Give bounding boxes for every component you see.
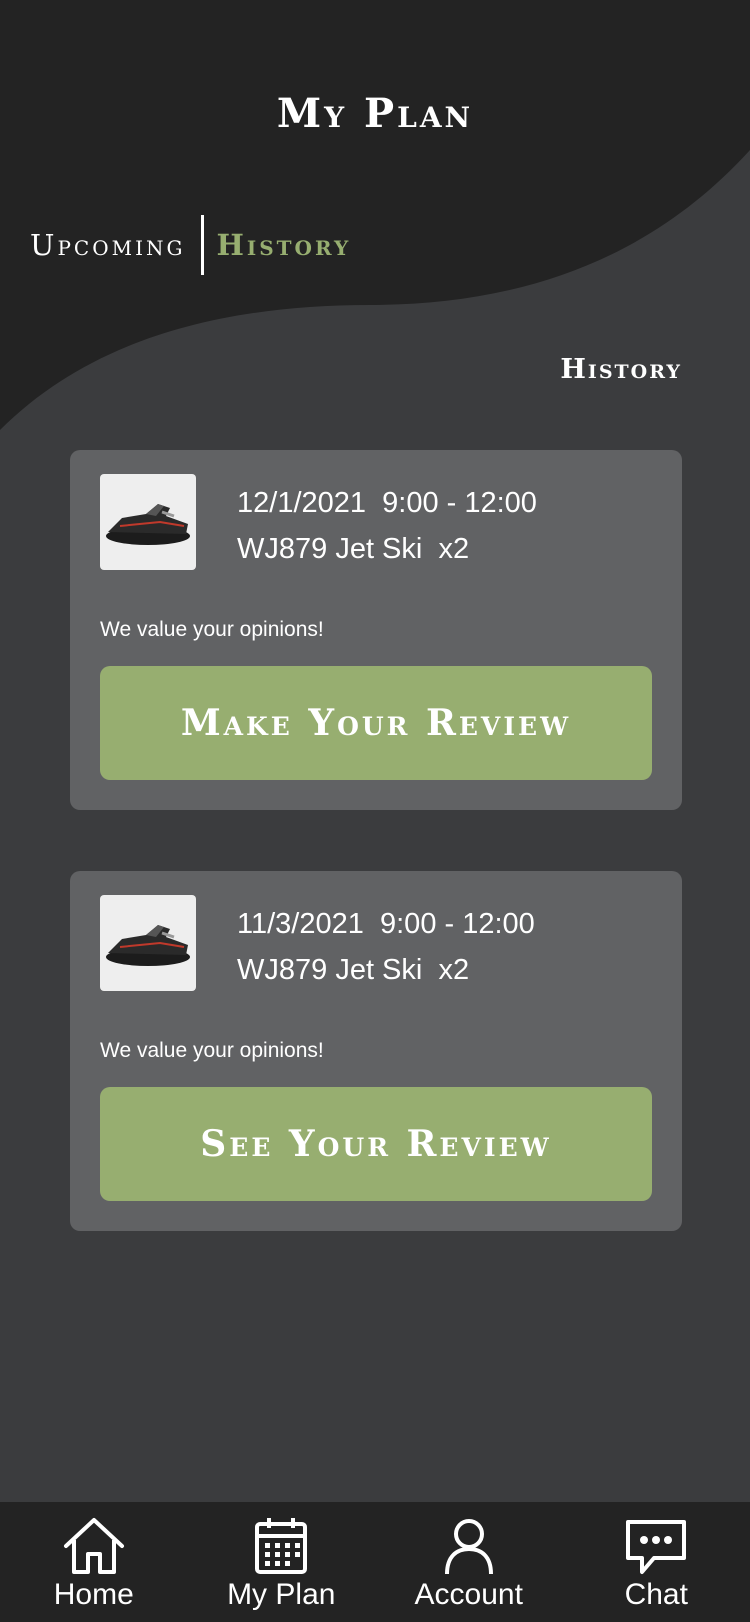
- booking-time: 9:00 - 12:00: [380, 908, 535, 940]
- tab-divider: [201, 215, 205, 275]
- jet-ski-image: [100, 474, 196, 570]
- user-icon: [444, 1519, 493, 1575]
- section-title: History: [560, 354, 682, 385]
- bottom-nav: Home My Plan Account Chat: [0, 1502, 750, 1622]
- booking-item: WJ879 Jet Ski: [237, 954, 423, 986]
- tab-upcoming[interactable]: Upcoming: [30, 228, 185, 262]
- make-review-button[interactable]: Make Your Review: [100, 666, 652, 780]
- booking-info: 12/1/2021 9:00 - 12:00 WJ879 Jet Ski x2: [237, 480, 537, 572]
- page-title: My Plan: [276, 90, 474, 137]
- see-review-button[interactable]: See Your Review: [100, 1087, 652, 1201]
- booking-card: 11/3/2021 9:00 - 12:00 WJ879 Jet Ski x2 …: [70, 871, 682, 1231]
- booking-date: 11/3/2021: [237, 908, 364, 940]
- booking-time: 9:00 - 12:00: [382, 487, 537, 519]
- nav-label-chat: Chat: [624, 1578, 688, 1611]
- booking-date: 12/1/2021: [237, 487, 367, 519]
- booking-quantity: x2: [438, 533, 470, 565]
- booking-card: 12/1/2021 9:00 - 12:00 WJ879 Jet Ski x2 …: [70, 450, 682, 810]
- calendar-icon: [255, 1518, 308, 1574]
- nav-label-account: Account: [414, 1578, 523, 1611]
- nav-item-chat[interactable]: Chat: [563, 1502, 750, 1622]
- feedback-note: We value your opinions!: [100, 1039, 324, 1062]
- jet-ski-image: [100, 895, 196, 991]
- nav-label-my-plan: My Plan: [227, 1578, 336, 1611]
- chat-icon: [626, 1520, 687, 1574]
- feedback-note: We value your opinions!: [100, 618, 324, 641]
- nav-item-account[interactable]: Account: [375, 1502, 563, 1622]
- booking-quantity: x2: [438, 954, 470, 986]
- nav-item-my-plan[interactable]: My Plan: [188, 1502, 376, 1622]
- booking-info: 11/3/2021 9:00 - 12:00 WJ879 Jet Ski x2: [237, 901, 535, 993]
- nav-label-home: Home: [53, 1578, 134, 1611]
- booking-item: WJ879 Jet Ski: [237, 533, 423, 565]
- nav-item-home[interactable]: Home: [0, 1502, 188, 1622]
- tab-history[interactable]: History: [216, 228, 351, 262]
- home-icon: [63, 1518, 124, 1574]
- plan-tabs: Upcoming History: [30, 215, 351, 275]
